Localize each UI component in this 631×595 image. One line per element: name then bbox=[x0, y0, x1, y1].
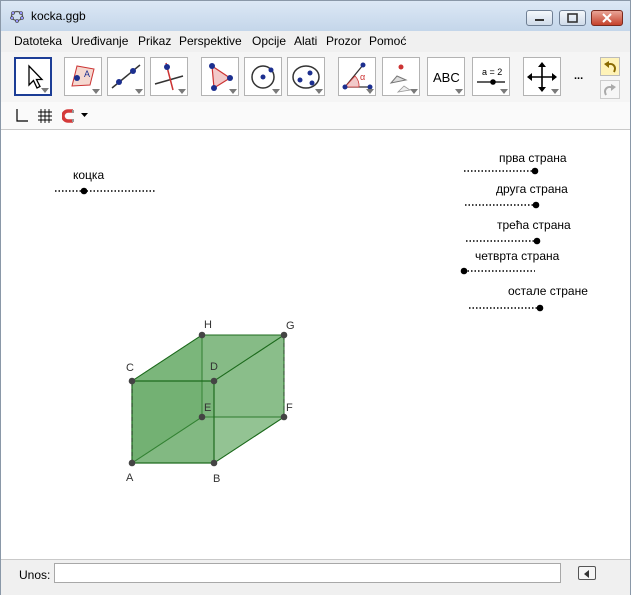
svg-text:A: A bbox=[84, 69, 90, 79]
tool-angle[interactable]: α bbox=[338, 57, 376, 96]
point-capturing-magnet-icon[interactable] bbox=[62, 108, 78, 124]
tool-dropdown-icon bbox=[229, 89, 237, 94]
menu-perspektive[interactable]: Perspektive bbox=[179, 34, 242, 48]
style-bar bbox=[1, 102, 630, 130]
text-tool-label: ABC bbox=[433, 70, 460, 85]
point-label-g: G bbox=[286, 320, 295, 332]
tool-dropdown-icon bbox=[455, 89, 463, 94]
slider-label-cetvrta: четврта страна bbox=[475, 249, 560, 263]
virtual-keyboard-button[interactable] bbox=[578, 566, 596, 580]
keyboard-arrow-icon bbox=[584, 570, 589, 578]
slider-tool-label: a = 2 bbox=[482, 67, 502, 77]
tool-dropdown-icon bbox=[41, 88, 49, 93]
tool-ellipse[interactable] bbox=[287, 57, 325, 96]
point-label-h: H bbox=[204, 319, 212, 331]
minimize-button[interactable] bbox=[526, 10, 553, 26]
tool-dropdown-icon bbox=[366, 89, 374, 94]
magnet-dropdown-icon[interactable] bbox=[81, 113, 89, 119]
tool-perpendicular-line[interactable] bbox=[150, 57, 188, 96]
tool-dropdown-icon bbox=[500, 89, 508, 94]
svg-text:α: α bbox=[360, 72, 365, 82]
maximize-button[interactable] bbox=[559, 10, 586, 26]
maximize-icon bbox=[567, 13, 578, 23]
menu-pomoc[interactable]: Pomoć bbox=[369, 34, 406, 48]
input-bar: Unos: bbox=[1, 559, 630, 595]
menu-alati[interactable]: Alati bbox=[294, 34, 317, 48]
tool-move-graphics-view[interactable] bbox=[523, 57, 561, 96]
redo-icon bbox=[604, 84, 616, 96]
point-h[interactable] bbox=[198, 331, 206, 339]
slider-label-kocka: коцка bbox=[73, 168, 104, 182]
menu-uredivanje[interactable]: Uređivanje bbox=[71, 34, 128, 48]
point-d[interactable] bbox=[210, 377, 218, 385]
slider-label-druga: друга страна bbox=[496, 182, 568, 196]
point-label-f: F bbox=[286, 402, 293, 414]
menu-prozor[interactable]: Prozor bbox=[326, 34, 361, 48]
close-icon bbox=[602, 13, 612, 23]
slider-point-kocka[interactable] bbox=[80, 187, 88, 195]
geogebra-logo-icon bbox=[10, 10, 24, 23]
graphics-view[interactable]: коцка прва страна друга страна трећа стр… bbox=[1, 130, 630, 559]
minimize-icon bbox=[535, 19, 544, 21]
menu-bar: Datoteka Uređivanje Prikaz Perspektive O… bbox=[1, 31, 630, 52]
slider-point-cetvrta[interactable] bbox=[460, 267, 468, 275]
slider-label-prva: прва страна bbox=[499, 151, 567, 165]
input-label: Unos: bbox=[19, 568, 51, 582]
point-label-d: D bbox=[210, 361, 218, 373]
menu-datoteka[interactable]: Datoteka bbox=[14, 34, 62, 48]
point-label-a: A bbox=[126, 472, 134, 484]
point-g[interactable] bbox=[280, 331, 288, 339]
menu-prikaz[interactable]: Prikaz bbox=[138, 34, 171, 48]
point-e[interactable] bbox=[198, 413, 206, 421]
tool-polygon[interactable] bbox=[201, 57, 239, 96]
point-label-e: E bbox=[204, 402, 211, 414]
tool-dropdown-icon bbox=[315, 89, 323, 94]
point-a[interactable] bbox=[128, 459, 136, 467]
tool-dropdown-icon bbox=[92, 89, 100, 94]
axes-toggle-icon[interactable] bbox=[13, 108, 29, 124]
close-button[interactable] bbox=[591, 10, 623, 26]
toolbar: A α ABC a = 2 ... bbox=[1, 52, 630, 102]
slider-point-druga[interactable] bbox=[532, 201, 540, 209]
grid-toggle-icon[interactable] bbox=[37, 108, 53, 124]
tool-dropdown-icon bbox=[135, 89, 143, 94]
undo-button[interactable] bbox=[600, 57, 620, 76]
tool-dropdown-icon bbox=[410, 89, 418, 94]
tool-dropdown-icon bbox=[272, 89, 280, 94]
window-title: kocka.ggb bbox=[31, 9, 86, 23]
slider-point-treca[interactable] bbox=[533, 237, 541, 245]
point-f[interactable] bbox=[280, 413, 288, 421]
point-c[interactable] bbox=[128, 377, 136, 385]
command-input[interactable] bbox=[54, 563, 561, 583]
tool-point[interactable]: A bbox=[64, 57, 102, 96]
title-bar: kocka.ggb bbox=[1, 1, 630, 31]
more-tools[interactable]: ... bbox=[574, 70, 583, 82]
tool-reflect[interactable] bbox=[382, 57, 420, 96]
redo-button[interactable] bbox=[600, 80, 620, 99]
undo-icon bbox=[604, 61, 616, 73]
point-b[interactable] bbox=[210, 459, 218, 467]
tool-dropdown-icon bbox=[551, 89, 559, 94]
tool-dropdown-icon bbox=[178, 89, 186, 94]
point-label-c: C bbox=[126, 362, 134, 374]
tool-move[interactable] bbox=[14, 57, 52, 96]
tool-slider[interactable]: a = 2 bbox=[472, 57, 510, 96]
tool-circle[interactable] bbox=[244, 57, 282, 96]
point-label-b: B bbox=[213, 473, 220, 485]
cube-face-front[interactable] bbox=[131, 380, 215, 464]
slider-label-treca: трећа страна bbox=[497, 218, 571, 232]
tool-text[interactable]: ABC bbox=[427, 57, 465, 96]
slider-label-ostale: остале стране bbox=[508, 284, 588, 298]
graphics-canvas[interactable]: коцка прва страна друга страна трећа стр… bbox=[1, 130, 630, 559]
slider-point-ostale[interactable] bbox=[536, 304, 544, 312]
slider-point-prva[interactable] bbox=[531, 167, 539, 175]
geogebra-window: kocka.ggb Datoteka Uređivanje Prikaz Per… bbox=[0, 0, 631, 595]
menu-opcije[interactable]: Opcije bbox=[252, 34, 286, 48]
tool-line[interactable] bbox=[107, 57, 145, 96]
